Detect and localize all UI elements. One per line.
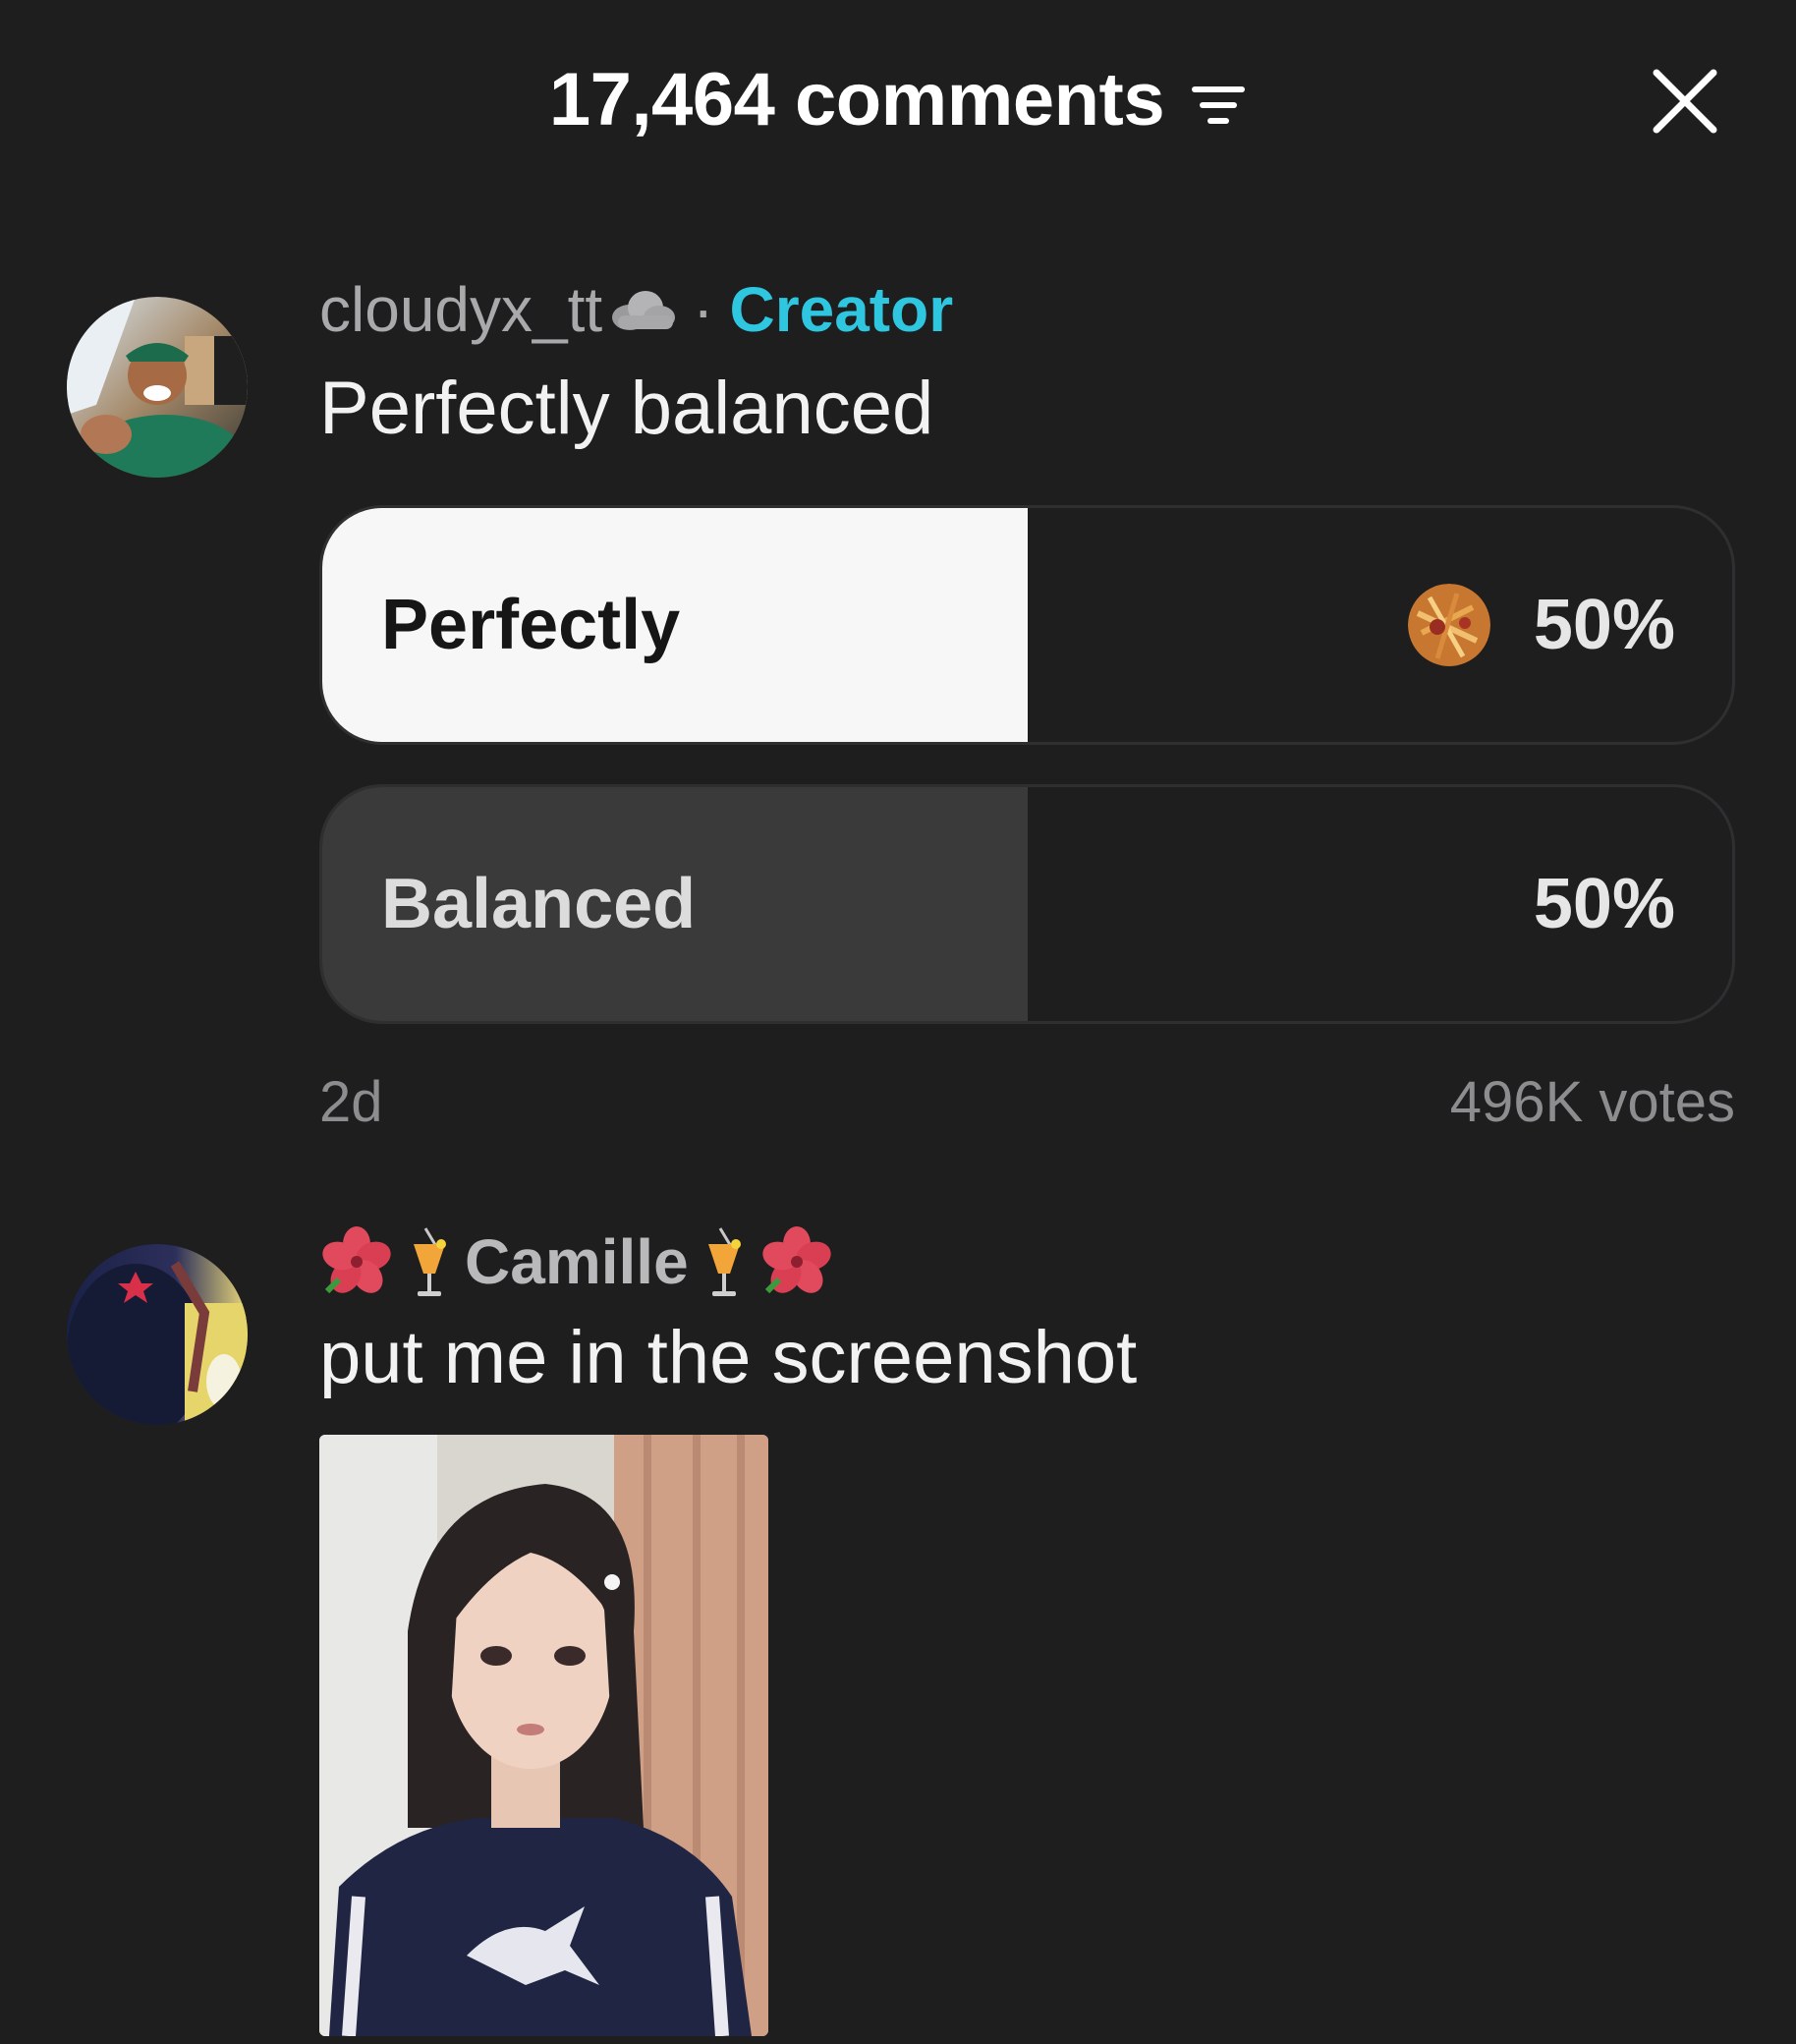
separator-dot: · [693,274,714,345]
poll-option-label: Perfectly [381,586,681,664]
camille-comment-text: put me in the screenshot [319,1316,1138,1399]
comments-header: 17,464 comments [0,0,1796,197]
camille-username[interactable]: Camille [465,1225,689,1298]
poll-meta-row: 2d 496K votes [319,1069,1735,1135]
poll-option-label: Balanced [381,865,697,943]
vote-count: 496K votes [1449,1070,1735,1134]
comment-age: 2d [319,1070,383,1134]
filter-icon[interactable] [1190,83,1247,130]
poll-option-percent: 50% [1533,586,1675,664]
tropical-drink-icon [707,1227,741,1296]
hibiscus-icon [322,1226,391,1294]
comment-count: 17,464 comments [548,58,1165,142]
poll-option-result: 50% [1534,787,1675,1021]
close-icon[interactable] [1651,67,1719,136]
comments-title: 17,464 comments [0,57,1796,142]
cloud-icon [612,291,676,330]
poll-option-result: 50% [1407,508,1675,742]
camille-username-row: Camille [319,1222,834,1301]
creator-username-row: cloudyx_tt · Creator [319,273,953,346]
poll-option-percent: 50% [1533,865,1675,943]
creator-username[interactable]: cloudyx_tt [319,273,602,346]
poll-option-perfectly[interactable]: Perfectly 50% [319,505,1735,745]
comment-attached-image[interactable] [319,1435,768,2036]
poll-option-balanced[interactable]: Balanced 50% [319,784,1735,1024]
poll-question: Perfectly balanced [319,367,934,450]
voter-avatar [1407,584,1490,666]
creator-avatar[interactable] [67,297,248,478]
hibiscus-icon [761,1226,831,1294]
tropical-drink-icon [414,1227,446,1296]
creator-badge: Creator [729,274,954,345]
camille-avatar[interactable] [67,1244,248,1425]
